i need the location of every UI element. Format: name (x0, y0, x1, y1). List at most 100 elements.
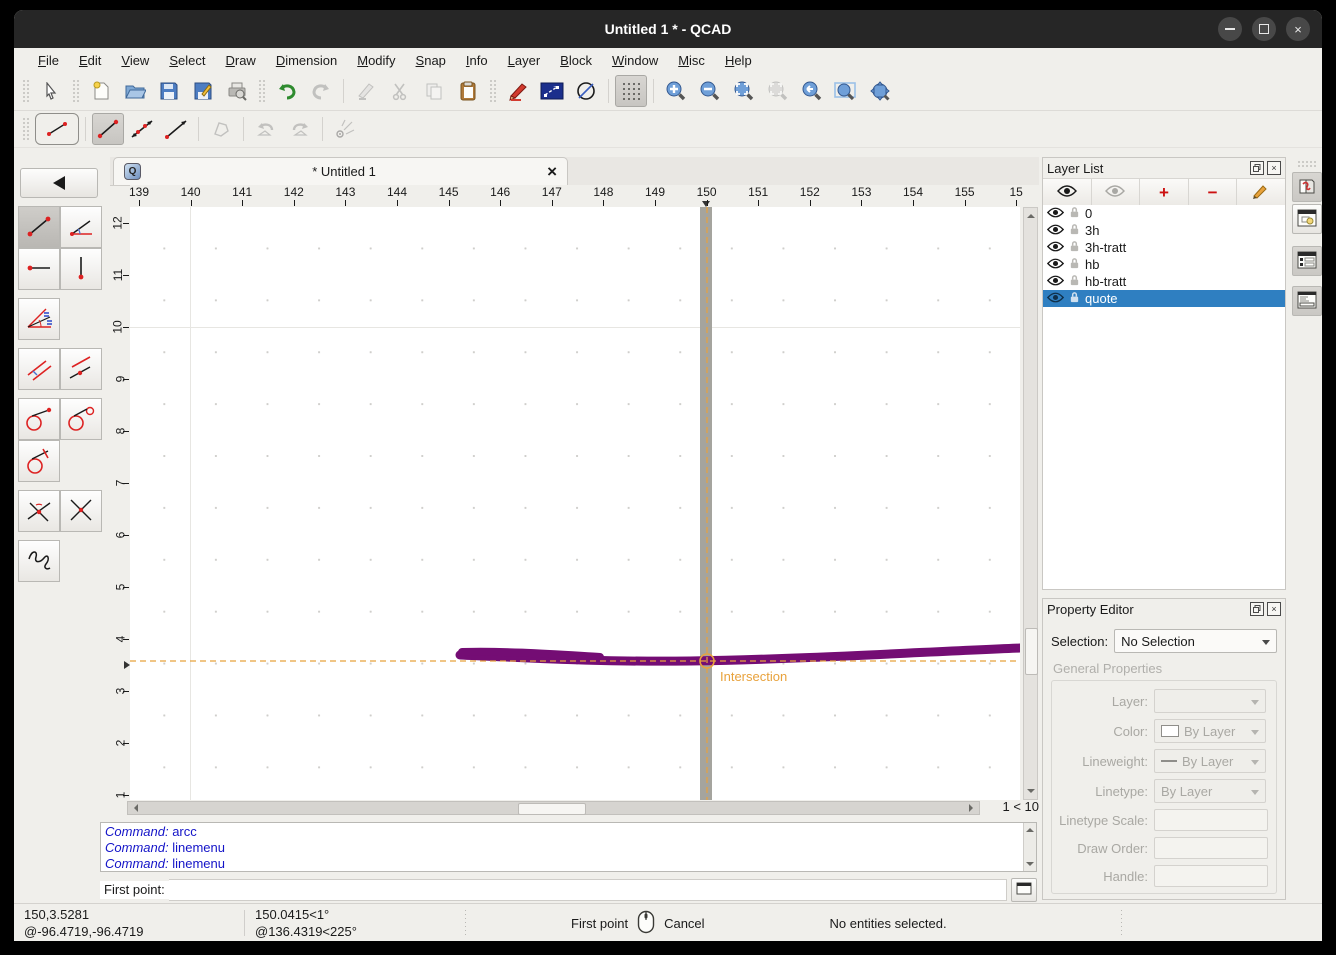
float-panel-icon[interactable] (1250, 161, 1264, 175)
layer-lock-icon[interactable] (1069, 206, 1080, 222)
horizontal-scroll-thumb[interactable] (518, 803, 586, 815)
tool-line-vertical[interactable] (60, 248, 102, 290)
selection-filter-button[interactable] (536, 75, 568, 107)
open-file-button[interactable] (119, 75, 151, 107)
close-button[interactable]: × (1286, 17, 1310, 41)
drawing-canvas[interactable]: Intersection (130, 207, 1020, 800)
close-panel-icon[interactable]: × (1267, 602, 1281, 616)
toolbar-drag-handle[interactable] (258, 79, 266, 103)
menu-file[interactable]: File (28, 51, 69, 70)
tool-line-2points[interactable] (18, 206, 60, 248)
tool-line-horizontal[interactable] (18, 248, 60, 290)
save-button[interactable] (153, 75, 185, 107)
redo-button[interactable] (305, 75, 337, 107)
format-brush-button[interactable] (350, 75, 382, 107)
document-tab[interactable]: Q * Untitled 1 × (113, 157, 568, 185)
menu-misc[interactable]: Misc (668, 51, 715, 70)
tool-line-tangent-circles[interactable] (60, 398, 102, 440)
zoom-window-button[interactable] (830, 75, 862, 107)
float-panel-icon[interactable] (1250, 602, 1264, 616)
title-bar[interactable]: Untitled 1 * - QCAD × (14, 10, 1322, 48)
menu-modify[interactable]: Modify (347, 51, 405, 70)
close-panel-icon[interactable]: × (1267, 161, 1281, 175)
cut-button[interactable] (384, 75, 416, 107)
menu-dimension[interactable]: Dimension (266, 51, 347, 70)
line-2points-button[interactable] (92, 113, 124, 145)
layer-lock-icon[interactable] (1069, 240, 1080, 256)
layer-row-selected[interactable]: quote (1043, 290, 1285, 307)
horizontal-scrollbar[interactable] (127, 801, 980, 815)
command-history[interactable]: Command: arcc Command: linemenu Command:… (100, 822, 1037, 872)
copy-button[interactable] (418, 75, 450, 107)
layer-lock-icon[interactable] (1069, 257, 1080, 273)
maximize-button[interactable] (1252, 17, 1276, 41)
layer-row[interactable]: hb (1043, 256, 1285, 273)
snap-angle-button[interactable] (329, 113, 361, 145)
hide-all-layers-button[interactable] (1092, 179, 1141, 205)
layer-list-titlebar[interactable]: Layer List × (1043, 158, 1285, 178)
toolbar-drag-handle[interactable] (489, 79, 497, 103)
menu-help[interactable]: Help (715, 51, 762, 70)
tool-line-relative-angle[interactable] (18, 490, 60, 532)
layer-row[interactable]: 3h-tratt (1043, 239, 1285, 256)
vertical-scrollbar[interactable] (1023, 207, 1038, 800)
menu-view[interactable]: View (111, 51, 159, 70)
property-editor-button[interactable] (502, 75, 534, 107)
tool-line-bisector[interactable] (18, 298, 60, 340)
menu-block[interactable]: Block (550, 51, 602, 70)
layer-visible-eye-icon[interactable] (1047, 257, 1064, 272)
menu-select[interactable]: Select (159, 51, 215, 70)
command-scrollbar[interactable] (1023, 823, 1036, 871)
layer-visible-eye-icon[interactable] (1047, 223, 1064, 238)
toolbar-drag-handle[interactable] (72, 79, 80, 103)
new-file-button[interactable] (85, 75, 117, 107)
tool-line-orthogonal[interactable] (60, 490, 102, 532)
menu-draw[interactable]: Draw (215, 51, 265, 70)
layer-visible-eye-icon[interactable] (1047, 206, 1064, 221)
grid-toggle-button[interactable] (615, 75, 647, 107)
command-input[interactable] (169, 879, 1007, 901)
tool-line-tangent-point[interactable] (18, 398, 60, 440)
tool-line-parallel-point[interactable] (60, 348, 102, 390)
layer-list-toggle-button[interactable] (1292, 246, 1322, 276)
auto-zoom-button[interactable] (728, 75, 760, 107)
layer-visible-eye-icon[interactable] (1047, 274, 1064, 289)
remove-layer-button[interactable]: − (1189, 179, 1238, 205)
tool-line-freehand[interactable] (18, 540, 60, 582)
previous-view-button[interactable] (762, 75, 794, 107)
tab-close-icon[interactable]: × (547, 163, 557, 180)
toolbar-drag-handle[interactable] (22, 117, 30, 141)
show-all-layers-button[interactable] (1043, 179, 1092, 205)
tool-line-angle[interactable] (60, 206, 102, 248)
property-editor-titlebar[interactable]: Property Editor × (1043, 599, 1285, 619)
layer-row[interactable]: hb-tratt (1043, 273, 1285, 290)
tool-line-orthogonal-tangent[interactable] (18, 440, 60, 482)
zoom-in-button[interactable] (660, 75, 692, 107)
zoom-out-button[interactable] (694, 75, 726, 107)
layer-lock-icon[interactable] (1069, 223, 1080, 239)
pan-button[interactable] (864, 75, 896, 107)
edit-layer-button[interactable] (1237, 179, 1285, 205)
selection-combo[interactable]: No Selection (1114, 629, 1277, 653)
toolbar-drag-handle[interactable] (1297, 160, 1317, 168)
undo-segment-button[interactable] (250, 113, 282, 145)
save-as-button[interactable] (187, 75, 219, 107)
library-browser-toggle-button[interactable] (1292, 172, 1322, 202)
layer-row[interactable]: 3h (1043, 222, 1285, 239)
redo-segment-button[interactable] (284, 113, 316, 145)
minimize-button[interactable] (1218, 17, 1242, 41)
vertical-scroll-thumb[interactable] (1025, 628, 1038, 675)
sketch-button[interactable] (205, 113, 237, 145)
command-line-toggle-button[interactable] (1292, 286, 1322, 316)
menu-layer[interactable]: Layer (498, 51, 551, 70)
add-layer-button[interactable]: + (1140, 179, 1189, 205)
paste-button[interactable] (452, 75, 484, 107)
block-list-toggle-button[interactable] (1292, 204, 1322, 234)
menu-window[interactable]: Window (602, 51, 668, 70)
tool-line-parallel[interactable] (18, 348, 60, 390)
toolbar-drag-handle[interactable] (22, 79, 30, 103)
ray-button[interactable] (160, 113, 192, 145)
menu-edit[interactable]: Edit (69, 51, 111, 70)
zoom-previous-button[interactable] (796, 75, 828, 107)
menu-snap[interactable]: Snap (406, 51, 456, 70)
